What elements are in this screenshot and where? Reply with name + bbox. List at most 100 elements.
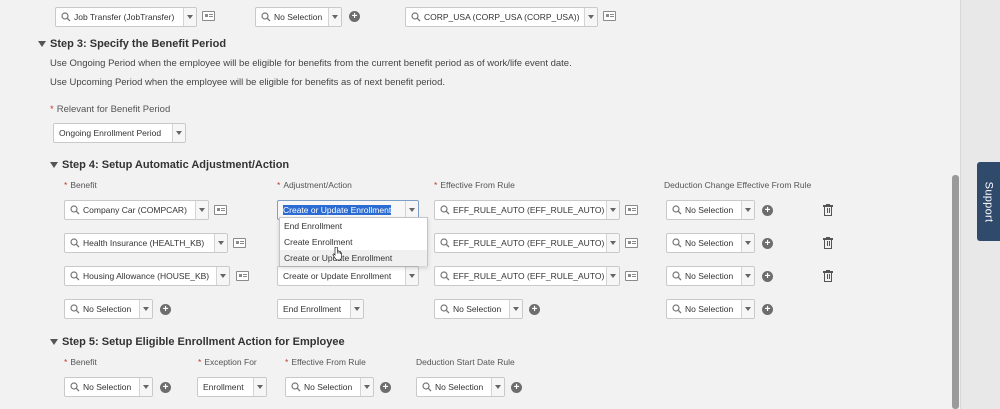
chevron-down-icon[interactable]: [350, 300, 363, 318]
details-card-icon[interactable]: [233, 238, 246, 248]
add-icon[interactable]: +: [762, 271, 773, 282]
step5-col-benefit-label: * Benefit: [64, 357, 97, 367]
event-reason-select[interactable]: Job Transfer (JobTransfer): [55, 7, 197, 27]
trash-icon[interactable]: [823, 237, 833, 249]
field-value: Create or Update Enrollment: [283, 205, 392, 215]
add-icon[interactable]: +: [762, 238, 773, 249]
details-card-icon[interactable]: [625, 238, 638, 248]
benefit-select-row1[interactable]: Company Car (COMPCAR): [64, 200, 209, 220]
details-card-icon[interactable]: [625, 271, 638, 281]
chevron-down-icon[interactable]: [139, 378, 152, 396]
search-icon: [670, 204, 683, 216]
step5-heading[interactable]: Step 5: Setup Eligible Enrollment Action…: [50, 336, 345, 348]
field-value: No Selection: [685, 205, 734, 215]
chevron-down-icon[interactable]: [606, 201, 619, 219]
chevron-down-icon[interactable]: [606, 267, 619, 285]
step5-deduction-select[interactable]: No Selection: [416, 377, 505, 397]
field-value: No Selection: [83, 382, 132, 392]
add-icon[interactable]: +: [762, 304, 773, 315]
chevron-down-icon[interactable]: [195, 201, 208, 219]
field-value: EFF_RULE_AUTO (EFF_RULE_AUTO): [453, 205, 605, 215]
add-icon[interactable]: +: [160, 382, 171, 393]
chevron-down-icon[interactable]: [328, 8, 341, 26]
field-value: EFF_RULE_AUTO (EFF_RULE_AUTO): [453, 271, 605, 281]
add-icon[interactable]: +: [511, 382, 522, 393]
chevron-down-icon[interactable]: [214, 234, 227, 252]
menu-item-end-enrollment[interactable]: End Enrollment: [280, 218, 427, 234]
search-icon: [409, 11, 422, 23]
benefit-select-row2[interactable]: Health Insurance (HEALTH_KB): [64, 233, 228, 253]
menu-item-create-enrollment[interactable]: Create Enrollment: [280, 234, 427, 250]
deduction-select-row4[interactable]: No Selection: [666, 299, 755, 319]
chevron-down-icon[interactable]: [183, 8, 196, 26]
vertical-scrollbar[interactable]: [952, 175, 959, 409]
add-icon[interactable]: +: [762, 205, 773, 216]
field-value: No Selection: [685, 304, 734, 314]
field-value: No Selection: [274, 12, 323, 22]
rule-select-row2[interactable]: EFF_RULE_AUTO (EFF_RULE_AUTO): [434, 233, 620, 253]
chevron-down-icon[interactable]: [172, 124, 185, 142]
benefit-select-row3[interactable]: Housing Allowance (HOUSE_KB): [64, 266, 230, 286]
search-icon: [68, 270, 81, 282]
chevron-down-icon[interactable]: [584, 8, 597, 26]
legal-entity-select[interactable]: CORP_USA (CORP_USA (CORP_USA)): [405, 7, 598, 27]
step5-benefit-select[interactable]: No Selection: [64, 377, 153, 397]
benefit-select-row4[interactable]: No Selection: [64, 299, 153, 319]
field-value: Enrollment: [203, 382, 244, 392]
action-select-row4[interactable]: End Enrollment: [277, 299, 364, 319]
field-value: End Enrollment: [283, 304, 342, 314]
add-icon[interactable]: +: [380, 382, 391, 393]
deduction-select-row2[interactable]: No Selection: [666, 233, 755, 253]
search-icon: [670, 303, 683, 315]
trash-icon[interactable]: [823, 270, 833, 282]
chevron-down-icon[interactable]: [253, 378, 266, 396]
step4-heading[interactable]: Step 4: Setup Automatic Adjustment/Actio…: [50, 159, 289, 171]
trash-icon[interactable]: [823, 204, 833, 216]
relevant-period-label: * Relevant for Benefit Period: [50, 104, 171, 115]
top-no-selection-select[interactable]: No Selection: [255, 7, 342, 27]
chevron-down-icon[interactable]: [741, 201, 754, 219]
deduction-select-row1[interactable]: No Selection: [666, 200, 755, 220]
rule-select-row3[interactable]: EFF_RULE_AUTO (EFF_RULE_AUTO): [434, 266, 620, 286]
search-icon: [68, 303, 81, 315]
chevron-down-icon[interactable]: [405, 267, 418, 285]
step3-heading[interactable]: Step 3: Specify the Benefit Period: [38, 38, 226, 50]
search-icon: [670, 270, 683, 282]
support-button[interactable]: Support: [977, 162, 1000, 241]
step5-exception-select[interactable]: Enrollment: [197, 377, 267, 397]
chevron-down-icon[interactable]: [139, 300, 152, 318]
menu-item-create-or-update-enrollment[interactable]: Create or Update Enrollment: [280, 250, 427, 266]
deduction-select-row3[interactable]: No Selection: [666, 266, 755, 286]
chevron-down-icon[interactable]: [606, 234, 619, 252]
chevron-down-icon[interactable]: [509, 300, 522, 318]
step5-rule-select[interactable]: No Selection: [285, 377, 374, 397]
chevron-down-icon[interactable]: [741, 300, 754, 318]
chevron-down-icon[interactable]: [216, 267, 229, 285]
add-icon[interactable]: +: [349, 11, 360, 22]
add-icon[interactable]: +: [529, 304, 540, 315]
rule-select-row4[interactable]: No Selection: [434, 299, 523, 319]
chevron-down-icon[interactable]: [360, 378, 373, 396]
chevron-down-icon[interactable]: [741, 234, 754, 252]
search-icon: [438, 303, 451, 315]
search-icon: [438, 237, 451, 249]
action-dropdown-menu: End Enrollment Create Enrollment Create …: [279, 217, 428, 266]
details-card-icon[interactable]: [214, 205, 227, 215]
rule-select-row1[interactable]: EFF_RULE_AUTO (EFF_RULE_AUTO): [434, 200, 620, 220]
details-card-icon[interactable]: [236, 271, 249, 281]
action-select-row3[interactable]: Create or Update Enrollment: [277, 266, 419, 286]
chevron-down-icon[interactable]: [741, 267, 754, 285]
details-card-icon[interactable]: [625, 205, 638, 215]
add-icon[interactable]: +: [160, 304, 171, 315]
step4-title: Step 4: Setup Automatic Adjustment/Actio…: [62, 159, 290, 171]
field-value: Job Transfer (JobTransfer): [74, 12, 175, 22]
relevant-period-select[interactable]: Ongoing Enrollment Period: [53, 123, 186, 143]
field-value: No Selection: [453, 304, 502, 314]
step5-col-deduction-label: Deduction Start Date Rule: [416, 357, 515, 367]
details-card-icon[interactable]: [202, 11, 215, 21]
details-card-icon[interactable]: [603, 11, 616, 21]
search-icon: [68, 237, 81, 249]
step3-title: Step 3: Specify the Benefit Period: [50, 38, 227, 50]
field-value: CORP_USA (CORP_USA (CORP_USA)): [424, 12, 580, 22]
chevron-down-icon[interactable]: [491, 378, 504, 396]
